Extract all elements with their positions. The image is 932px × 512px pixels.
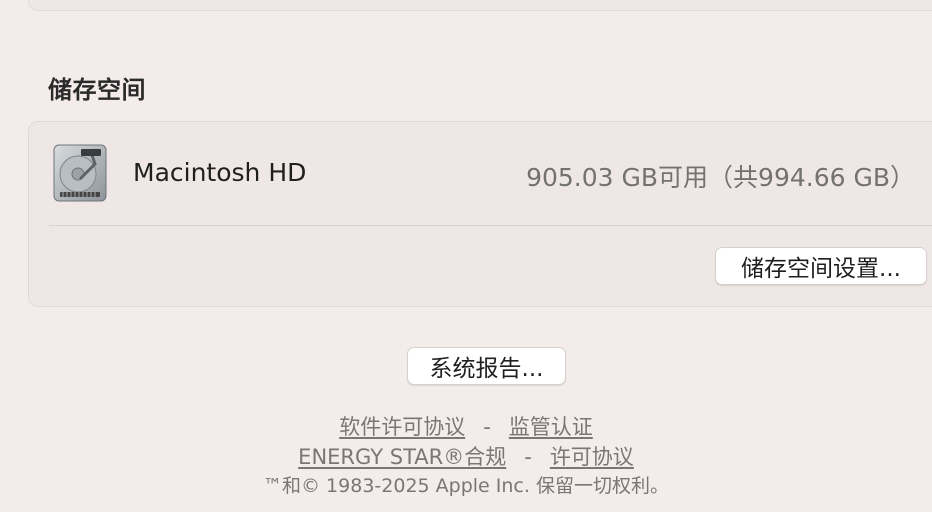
storage-card: Macintosh HD 905.03 GB可用（共994.66 GB） 储存空… [28, 121, 932, 307]
footer-separator: - [483, 415, 491, 439]
hard-drive-icon [53, 144, 107, 202]
storage-settings-button[interactable]: 储存空间设置... [715, 247, 927, 285]
regulatory-certification-link[interactable]: 监管认证 [509, 415, 593, 439]
license-agreement-link[interactable]: 许可协议 [550, 445, 634, 469]
previous-section-card [28, 0, 932, 11]
footer-links-line-1: 软件许可协议 - 监管认证 [0, 411, 932, 441]
divider [49, 225, 932, 226]
energy-star-link[interactable]: ENERGY STAR®合规 [298, 445, 506, 469]
footer-separator: - [524, 445, 532, 469]
disk-row: Macintosh HD 905.03 GB可用（共994.66 GB） [49, 142, 932, 204]
system-report-button[interactable]: 系统报告... [407, 347, 566, 385]
copyright-text: ™和© 1983-2025 Apple Inc. 保留一切权利。 [263, 475, 669, 497]
section-title-storage: 储存空间 [48, 76, 146, 104]
footer-links-line-2: ENERGY STAR®合规 - 许可协议 [0, 441, 932, 471]
software-license-link[interactable]: 软件许可协议 [339, 415, 465, 439]
disk-usage: 905.03 GB可用（共994.66 GB） [526, 163, 915, 192]
disk-name: Macintosh HD [133, 158, 307, 187]
